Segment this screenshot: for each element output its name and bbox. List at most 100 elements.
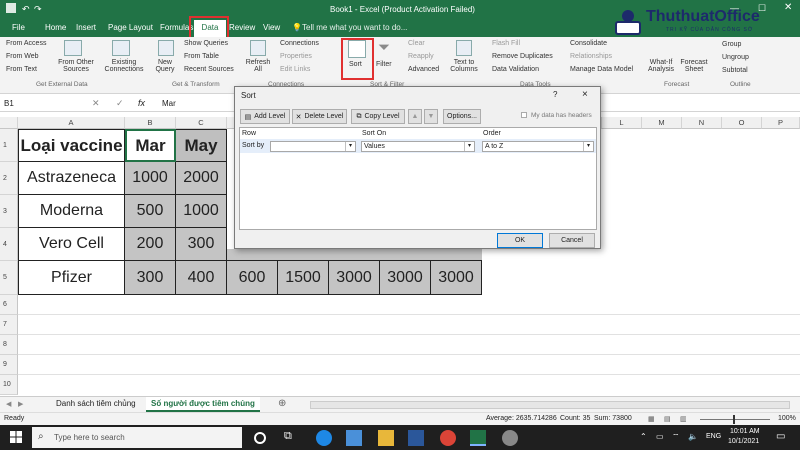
- move-down-button[interactable]: ▼: [424, 109, 438, 124]
- cell-name[interactable]: Moderna: [18, 195, 125, 228]
- notifications-icon[interactable]: ▭: [776, 431, 785, 442]
- filter-button[interactable]: Filter: [376, 61, 392, 68]
- row-header[interactable]: 7: [0, 315, 18, 335]
- tab-file[interactable]: File: [12, 23, 25, 32]
- from-access-button[interactable]: From Access: [6, 40, 46, 47]
- delete-level-button[interactable]: ✕ Delete Level: [292, 109, 347, 124]
- save-icon[interactable]: [6, 3, 16, 13]
- zoom-slider[interactable]: [700, 419, 770, 420]
- edge-icon[interactable]: [316, 430, 332, 446]
- sheet-tab-2[interactable]: Số người được tiêm chủng: [146, 397, 260, 412]
- col-header[interactable]: B: [125, 117, 176, 129]
- row-header[interactable]: 4: [0, 228, 18, 261]
- cell-value[interactable]: 1000: [176, 195, 227, 228]
- cell-value[interactable]: 400: [176, 261, 227, 295]
- what-if-button[interactable]: What-If Analysis: [644, 59, 678, 73]
- cell-value[interactable]: 300: [125, 261, 176, 295]
- enter-icon[interactable]: ✓: [116, 98, 124, 109]
- reapply-button[interactable]: Reapply: [408, 53, 434, 60]
- add-level-button[interactable]: ▤ Add Level: [240, 109, 290, 124]
- word-icon[interactable]: [408, 430, 424, 446]
- tab-review[interactable]: Review: [229, 23, 255, 32]
- row-header[interactable]: 5: [0, 261, 18, 295]
- col-header[interactable]: P: [762, 117, 800, 129]
- clock-time[interactable]: 10:01 AM: [730, 428, 760, 435]
- row-header[interactable]: 8: [0, 335, 18, 355]
- cortana-icon[interactable]: [254, 432, 266, 444]
- sort-by-select[interactable]: ▾: [270, 141, 356, 152]
- col-header[interactable]: O: [722, 117, 762, 129]
- tab-view[interactable]: View: [263, 23, 280, 32]
- file-explorer-icon[interactable]: [378, 430, 394, 446]
- advanced-button[interactable]: Advanced: [408, 66, 439, 73]
- close-icon[interactable]: ✕: [784, 2, 792, 13]
- next-sheet-icon[interactable]: ▶: [18, 400, 23, 408]
- select-all-corner[interactable]: [0, 117, 18, 129]
- existing-connections-button[interactable]: Existing Connections: [102, 59, 146, 73]
- page-layout-view-icon[interactable]: ▤: [664, 415, 671, 423]
- mail-icon[interactable]: [346, 430, 362, 446]
- row-header[interactable]: 1: [0, 129, 18, 162]
- group-button[interactable]: Group: [722, 41, 741, 48]
- excel-icon[interactable]: [470, 430, 486, 446]
- tab-insert[interactable]: Insert: [76, 23, 96, 32]
- text-to-columns-button[interactable]: Text to Columns: [448, 59, 480, 73]
- chrome-icon[interactable]: [440, 430, 456, 446]
- app-icon[interactable]: [502, 430, 518, 446]
- manage-data-model-button[interactable]: Manage Data Model: [570, 66, 633, 73]
- row-header[interactable]: 6: [0, 295, 18, 315]
- sheet-tab-1[interactable]: Danh sách tiêm chủng: [56, 399, 136, 408]
- sort-on-select[interactable]: Values ▾: [361, 141, 475, 152]
- subtotal-button[interactable]: Subtotal: [722, 67, 748, 74]
- data-validation-button[interactable]: Data Validation: [492, 66, 539, 73]
- cell-value[interactable]: 300: [176, 228, 227, 261]
- add-sheet-icon[interactable]: ⊕: [278, 398, 286, 409]
- help-icon[interactable]: ?: [553, 90, 557, 99]
- col-header[interactable]: M: [642, 117, 682, 129]
- forecast-sheet-button[interactable]: Forecast Sheet: [680, 59, 708, 73]
- cell-value[interactable]: 1500: [278, 261, 329, 295]
- redo-icon[interactable]: ↷: [34, 4, 42, 15]
- row-header[interactable]: 9: [0, 355, 18, 375]
- task-view-icon[interactable]: ⧉: [284, 430, 300, 446]
- row-header[interactable]: 10: [0, 375, 18, 395]
- move-up-button[interactable]: ▲: [408, 109, 422, 124]
- wifi-icon[interactable]: ⌔: [672, 432, 680, 442]
- cell-value[interactable]: 3000: [329, 261, 380, 295]
- copy-level-button[interactable]: ⧉ Copy Level: [351, 109, 405, 124]
- flash-fill-button[interactable]: Flash Fill: [492, 40, 520, 47]
- normal-view-icon[interactable]: ▦: [648, 415, 655, 423]
- cell-name[interactable]: Vero Cell: [18, 228, 125, 261]
- cell-value[interactable]: 3000: [380, 261, 431, 295]
- recent-sources-button[interactable]: Recent Sources: [184, 66, 234, 73]
- tab-home[interactable]: Home: [45, 23, 66, 32]
- cell-c1[interactable]: May: [176, 129, 227, 162]
- formula-input[interactable]: Mar: [162, 99, 176, 108]
- clear-button[interactable]: Clear: [408, 40, 425, 47]
- row-header[interactable]: 3: [0, 195, 18, 228]
- options-button[interactable]: Options...: [443, 109, 481, 124]
- show-queries-button[interactable]: Show Queries: [184, 40, 228, 47]
- new-query-button[interactable]: New Query: [150, 59, 180, 73]
- col-header[interactable]: A: [18, 117, 125, 129]
- remove-duplicates-button[interactable]: Remove Duplicates: [492, 53, 553, 60]
- dialog-close-icon[interactable]: ×: [582, 89, 588, 100]
- volume-icon[interactable]: 🔈: [688, 432, 698, 441]
- col-header[interactable]: C: [176, 117, 227, 129]
- cell-value[interactable]: 1000: [125, 162, 176, 195]
- edit-links-button[interactable]: Edit Links: [280, 66, 310, 73]
- cancel-button[interactable]: Cancel: [549, 233, 595, 248]
- row-header[interactable]: 2: [0, 162, 18, 195]
- language-indicator[interactable]: ENG: [706, 433, 721, 440]
- properties-button[interactable]: Properties: [280, 53, 312, 60]
- connections-button[interactable]: Connections: [280, 40, 319, 47]
- fx-icon[interactable]: fx: [138, 98, 145, 108]
- windows-start-icon[interactable]: [10, 431, 22, 443]
- cell-b1[interactable]: Mar: [125, 129, 176, 162]
- page-break-view-icon[interactable]: ▥: [680, 415, 687, 423]
- tray-chevron-icon[interactable]: ⌃: [640, 432, 647, 441]
- cell-value[interactable]: 500: [125, 195, 176, 228]
- name-box[interactable]: B1: [4, 99, 64, 108]
- undo-icon[interactable]: ↶: [22, 4, 30, 15]
- cell-value[interactable]: 200: [125, 228, 176, 261]
